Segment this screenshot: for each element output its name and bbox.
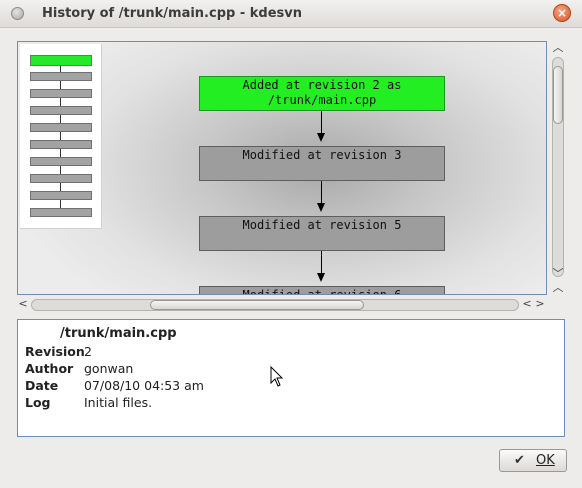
graph-overview-minimap[interactable]: [20, 44, 102, 229]
details-value: gonwan: [84, 361, 134, 376]
ok-button-label: OK: [536, 453, 555, 468]
details-value: Initial files.: [84, 395, 153, 410]
minimap-node: [30, 191, 92, 200]
minimap-edge: [60, 132, 61, 140]
revision-node-added[interactable]: Added at revision 2 as /trunk/main.cpp: [199, 76, 445, 111]
revision-node-modified[interactable]: Modified at revision 5: [199, 216, 445, 251]
scroll-left-icon[interactable]: <: [521, 297, 533, 311]
horizontal-scroll-track[interactable]: [31, 299, 519, 311]
horizontal-scroll-thumb[interactable]: [150, 300, 364, 310]
minimap-edge: [60, 98, 61, 106]
scroll-up-icon[interactable]: ︿: [550, 281, 566, 295]
revision-graph-view[interactable]: Added at revision 2 as /trunk/main.cpp M…: [17, 41, 547, 295]
details-key: Revision: [25, 344, 85, 359]
details-value: 07/08/10 04:53 am: [84, 378, 204, 393]
scroll-left-icon[interactable]: <: [17, 297, 29, 311]
details-key: Date: [25, 378, 59, 393]
arrow-down-icon: [317, 133, 325, 142]
graph-edge: [321, 181, 322, 203]
close-icon: ×: [556, 6, 568, 20]
minimap-node: [30, 157, 92, 166]
minimap-node: [30, 174, 92, 183]
vertical-scroll-thumb[interactable]: [553, 66, 563, 124]
scroll-right-icon[interactable]: >: [534, 297, 546, 311]
minimap-edge: [60, 149, 61, 157]
minimap-edge: [60, 183, 61, 191]
minimap-node: [30, 89, 92, 98]
minimap-edge: [60, 81, 61, 89]
details-key: Log: [25, 395, 51, 410]
vertical-scroll-track[interactable]: [552, 57, 564, 277]
vertical-scrollbar[interactable]: ︿ ﹀ ︿: [549, 41, 566, 295]
revision-node-modified[interactable]: Modified at revision 3: [199, 146, 445, 181]
title-bar: History of /trunk/main.cpp - kdesvn ×: [0, 0, 582, 28]
arrow-down-icon: [317, 203, 325, 212]
check-icon: ✔: [514, 453, 525, 468]
revision-details-panel: /trunk/main.cpp Revision 2 Author gonwan…: [17, 319, 565, 437]
details-value: 2: [84, 344, 92, 359]
minimap-edge: [60, 200, 61, 208]
minimap-edge: [60, 115, 61, 123]
details-key: Author: [25, 361, 74, 376]
details-file-path: /trunk/main.cpp: [60, 326, 177, 341]
revision-node-modified[interactable]: Modified at revision 6: [199, 286, 445, 294]
scroll-up-icon[interactable]: ︿: [550, 41, 566, 55]
close-button[interactable]: ×: [553, 4, 571, 22]
graph-edge: [321, 251, 322, 273]
window-title: History of /trunk/main.cpp - kdesvn: [42, 6, 302, 21]
scroll-down-icon[interactable]: ﹀: [550, 267, 566, 281]
window-menu-button[interactable]: [11, 7, 24, 20]
minimap-node: [30, 123, 92, 132]
minimap-node: [30, 55, 92, 66]
horizontal-scrollbar[interactable]: < < >: [17, 297, 547, 313]
arrow-down-icon: [317, 273, 325, 282]
minimap-node: [30, 140, 92, 149]
graph-edge: [321, 111, 322, 133]
panel-splitter[interactable]: [0, 313, 582, 318]
ok-button[interactable]: ✔ OK: [499, 449, 567, 472]
minimap-edge: [60, 166, 61, 174]
mouse-cursor-icon: [270, 366, 284, 387]
minimap-node: [30, 106, 92, 115]
minimap-node: [30, 72, 92, 81]
minimap-node: [30, 208, 92, 217]
